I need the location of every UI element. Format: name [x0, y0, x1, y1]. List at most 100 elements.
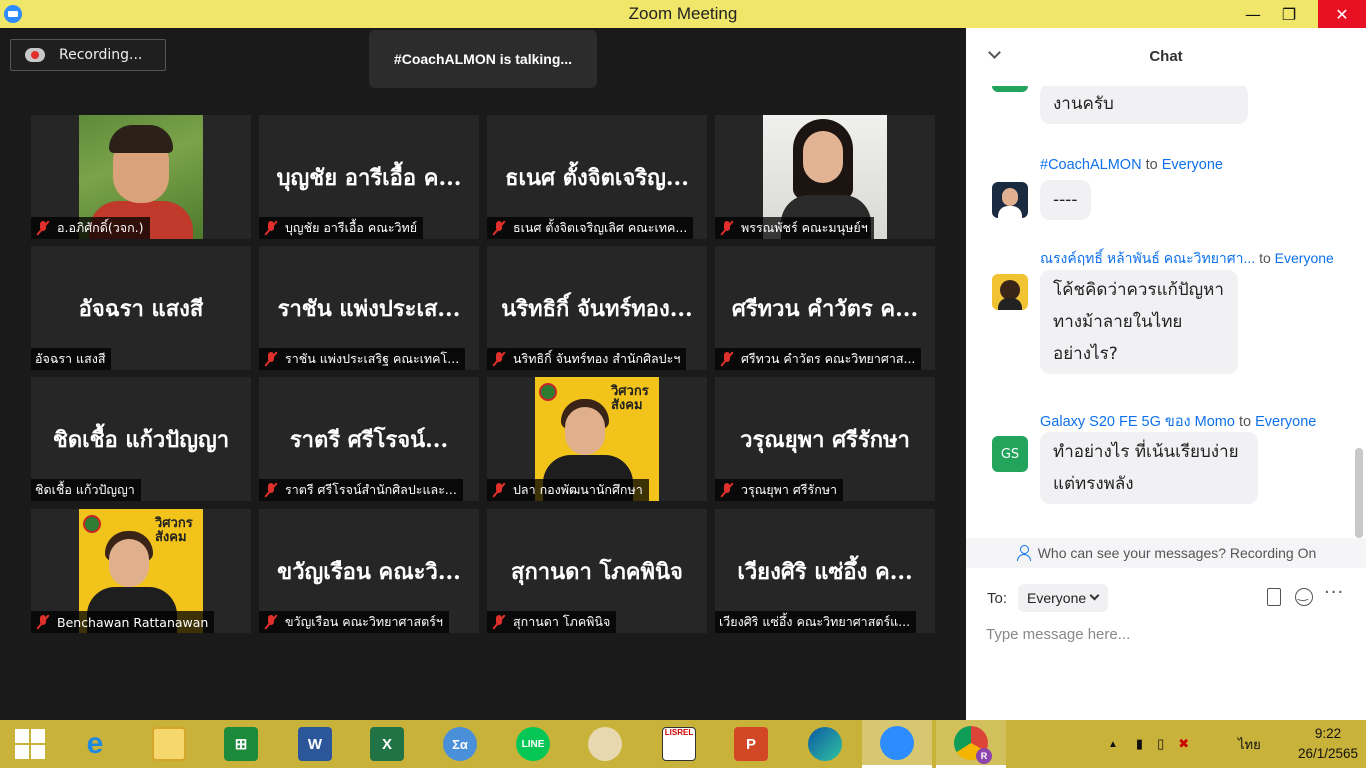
participant-name: สุกานดา โภคพินิจ: [513, 614, 611, 629]
cloud-record-icon: [25, 48, 45, 62]
window-titlebar: Zoom Meeting — ❐ ✕: [0, 0, 1366, 28]
recording-indicator[interactable]: Recording...: [10, 39, 166, 71]
participant-name-label: ขวัญเรือน คณะวิทยาศาสตร์ฯ: [259, 611, 449, 633]
participant-name: ศรีทวน คำวัตร คณะวิทยาศาส...: [741, 351, 916, 366]
participant-name: ราชัน แพ่งประเสริฐ คณะเทคโ...: [285, 351, 460, 366]
participant-tile[interactable]: อัจฉรา แสงสี อัจฉรา แสงสี: [31, 246, 251, 370]
participant-name-label: วรุณยุพา ศรีรักษา: [715, 479, 844, 501]
taskbar-edge[interactable]: [790, 720, 860, 768]
participant-name: ขวัญเรือน คณะวิทยาศาสตร์ฯ: [285, 614, 443, 629]
participant-tile[interactable]: เวียงศิริ แซ่อึ้ง ค... เวียงศิริ แซ่อึ้ง…: [715, 509, 935, 633]
participant-name-label: ราชัน แพ่งประเสริฐ คณะเทคโ...: [259, 348, 466, 370]
participant-name: ธเนศ ตั้งจิตเจริญเลิศ คณะเทค...: [513, 220, 688, 235]
chat-messages[interactable]: งานครับ #CoachALMON to Everyone ---- ณรง…: [966, 86, 1354, 538]
chat-message-bubble: โค้ชคิดว่าควรแก้ปัญหาทางม้าลายในไทยอย่าง…: [1040, 270, 1238, 374]
chevron-up-icon[interactable]: ▲: [1108, 739, 1118, 750]
language-indicator[interactable]: ไทย: [1238, 720, 1261, 768]
mic-muted-icon: [491, 482, 507, 498]
taskbar-line[interactable]: LINE: [498, 720, 568, 768]
clock[interactable]: 9:22 26/1/2565: [1295, 724, 1361, 764]
maximize-button[interactable]: ❐: [1266, 0, 1312, 28]
taskbar-word[interactable]: W: [280, 720, 350, 768]
lisrel-icon: LISREL: [662, 727, 696, 761]
participant-tile[interactable]: วรุณยุพา ศรีรักษา วรุณยุพา ศรีรักษา: [715, 377, 935, 501]
taskbar-zoom[interactable]: [862, 720, 932, 768]
participant-tile[interactable]: พรรณพัชร์ คณะมนุษย์ฯ: [715, 115, 935, 239]
to-word: to: [1259, 250, 1271, 266]
taskbar-lisrel[interactable]: LISREL: [644, 720, 714, 768]
taskbar-math[interactable]: Σα: [425, 720, 495, 768]
mic-muted-icon: [35, 220, 51, 236]
close-button[interactable]: ✕: [1318, 0, 1366, 28]
participant-name: อ.อภิศักดิ์(วจก.): [57, 220, 144, 235]
taskbar-powerpoint[interactable]: P: [716, 720, 786, 768]
participant-name-label: ธเนศ ตั้งจิตเจริญเลิศ คณะเทค...: [487, 217, 694, 239]
participant-name: บุญชัย อารีเอื้อ คณะวิทย์: [285, 220, 418, 235]
participant-tile[interactable]: ขวัญเรือน คณะวิ... ขวัญเรือน คณะวิทยาศาส…: [259, 509, 479, 633]
mic-muted-icon: [719, 482, 735, 498]
mic-muted-icon: [491, 614, 507, 630]
chat-scrollbar[interactable]: [1355, 86, 1363, 538]
chat-header: Chat: [966, 28, 1366, 86]
chat-message-sender: ณรงค์ฤทธิ์ หล้าพันธ์ คณะวิทยาศา... to Ev…: [1040, 248, 1334, 270]
chat-compose: To: Everyone ···: [966, 568, 1366, 720]
taskbar-paint[interactable]: [570, 720, 640, 768]
paint-palette-icon: [588, 727, 622, 761]
mic-muted-icon: [263, 614, 279, 630]
participant-tile[interactable]: นริทธิกิ์ จันทร์ทอง... นริทธิกิ์ จันทร์ท…: [487, 246, 707, 370]
file-icon[interactable]: [1267, 588, 1281, 606]
scrollbar-thumb[interactable]: [1355, 448, 1363, 538]
recipient-name: Everyone: [1161, 157, 1223, 173]
more-options-icon[interactable]: ···: [1324, 582, 1344, 603]
taskbar-excel[interactable]: X: [352, 720, 422, 768]
participant-name-label: สุกานดา โภคพินิจ: [487, 611, 617, 633]
participant-tile[interactable]: วิศวกรสังคม Benchawan Rattanawan: [31, 509, 251, 633]
participant-tile[interactable]: ศรีทวน คำวัตร ค... ศรีทวน คำวัตร คณะวิทย…: [715, 246, 935, 370]
participant-tile[interactable]: บุญชัย อารีเอื้อ ค... บุญชัย อารีเอื้อ ค…: [259, 115, 479, 239]
zoom-icon: [880, 725, 914, 760]
participant-grid: อ.อภิศักดิ์(วจก.) บุญชัย อารีเอื้อ ค... …: [31, 115, 935, 633]
battery-icon[interactable]: ▯: [1157, 736, 1164, 752]
sender-name: #CoachALMON: [1040, 157, 1142, 173]
taskbar-chrome[interactable]: R: [936, 720, 1006, 768]
video-gallery: Recording... #CoachALMON is talking... อ…: [0, 28, 966, 720]
signal-icon[interactable]: ▮: [1136, 736, 1143, 752]
participant-tile[interactable]: ราชัน แพ่งประเส... ราชัน แพ่งประเสริฐ คณ…: [259, 246, 479, 370]
participant-tile[interactable]: สุกานดา โภคพินิจ สุกานดา โภคพินิจ: [487, 509, 707, 633]
taskbar-internet-explorer[interactable]: e: [60, 720, 130, 768]
line-icon: LINE: [516, 727, 550, 761]
message-visibility-notice[interactable]: Who can see your messages? Recording On: [966, 538, 1366, 568]
clock-time: 9:22: [1314, 726, 1342, 741]
participant-tile[interactable]: ธเนศ ตั้งจิตเจริญ... ธเนศ ตั้งจิตเจริญเล…: [487, 115, 707, 239]
mic-muted-icon: [719, 220, 735, 236]
system-tray: ▲ ▮ ▯ ✖: [1108, 720, 1238, 768]
mic-muted-icon: [263, 482, 279, 498]
participant-tile[interactable]: อ.อภิศักดิ์(วจก.): [31, 115, 251, 239]
avatar: [992, 274, 1028, 310]
chat-message-bubble: งานครับ: [1040, 86, 1248, 124]
message-input[interactable]: [986, 622, 1346, 646]
sender-name: Galaxy S20 FE 5G ของ Momo: [1040, 414, 1235, 430]
chat-message-bubble: ทำอย่างไร ที่เน้นเรียบง่ายแต่ทรงพลัง: [1040, 432, 1258, 504]
active-speaker-banner: #CoachALMON is talking...: [369, 30, 597, 88]
word-icon: W: [298, 727, 332, 761]
participant-name: วรุณยุพา ศรีรักษา: [741, 482, 838, 497]
participant-tile[interactable]: ราตรี ศรีโรจน์... ราตรี ศรีโรจน์สำนักศิล…: [259, 377, 479, 501]
network-warning-icon[interactable]: ✖: [1178, 736, 1189, 752]
participant-tile[interactable]: ชิดเชื้อ แก้วปัญญา ชิดเชื้อ แก้วปัญญา: [31, 377, 251, 501]
participant-name-label: อ.อภิศักดิ์(วจก.): [31, 217, 150, 239]
edge-icon: [808, 727, 842, 761]
participant-name: เวียงศิริ แซ่อึ้ง คณะวิทยาศาสตร์แ...: [719, 614, 911, 629]
start-button[interactable]: [0, 720, 60, 768]
taskbar-file-explorer[interactable]: [134, 720, 204, 768]
participant-name-label: ราตรี ศรีโรจน์สำนักศิลปะและ...: [259, 479, 463, 501]
avatar: [992, 86, 1028, 92]
participant-tile[interactable]: วิศวกรสังคม ปลา กองพัฒนานักศึกษา: [487, 377, 707, 501]
taskbar-store[interactable]: ⊞: [206, 720, 276, 768]
emoji-icon[interactable]: [1295, 587, 1313, 606]
to-label: To:: [987, 590, 1008, 607]
mic-muted-icon: [719, 351, 735, 367]
mic-muted-icon: [35, 614, 51, 630]
sender-name: ณรงค์ฤทธิ์ หล้าพันธ์ คณะวิทยาศา...: [1040, 250, 1256, 266]
recipient-dropdown[interactable]: Everyone: [1018, 584, 1108, 612]
